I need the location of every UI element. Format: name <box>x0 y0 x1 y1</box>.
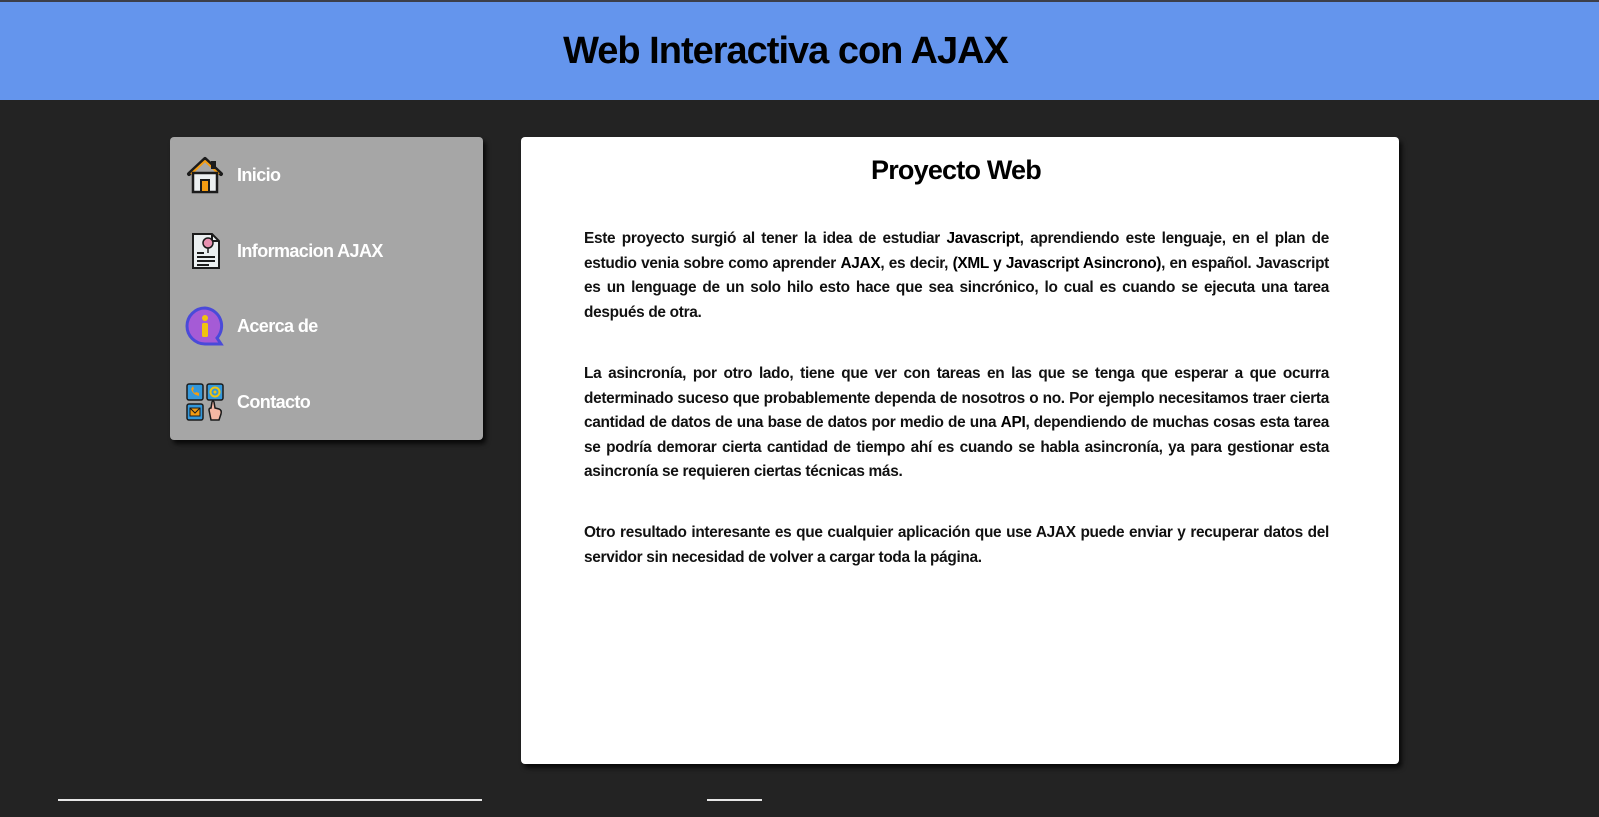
bold-term: (XML y Javascript Asincrono) <box>952 254 1162 272</box>
document-icon <box>184 230 226 272</box>
sidebar-item-label: Inicio <box>237 164 281 185</box>
sidebar-item-contacto[interactable]: Contacto <box>184 380 474 424</box>
sidebar-item-label: Contacto <box>237 391 311 412</box>
sidebar-item-label: Acerca de <box>237 315 318 336</box>
content-title: Proyecto Web <box>871 155 1042 185</box>
paragraph-resultado: Otro resultado interesante es que cualqu… <box>584 524 1329 566</box>
text-segment: Este proyecto surgió al tener la idea de… <box>584 230 947 247</box>
bold-term: AJAX <box>840 254 881 272</box>
text-segment: , es decir, <box>880 254 953 272</box>
paragraph-asincronia: La asincronía, por otro lado, tiene que … <box>584 362 1329 485</box>
contact-icon <box>184 381 226 423</box>
house-icon <box>184 154 226 196</box>
main-content-card: Proyecto Web Este proyecto surgió al ten… <box>521 137 1399 764</box>
bottom-divider <box>58 799 482 801</box>
sidebar-nav: Inicio Informacion AJAX Acerca de Contac… <box>170 137 483 440</box>
paragraph-intro: Este proyecto surgió al tener la idea de… <box>584 227 1329 325</box>
bold-term: Javascript <box>946 230 1020 247</box>
sidebar-item-informacion-ajax[interactable]: Informacion AJAX <box>184 229 474 273</box>
info-chat-icon <box>184 305 226 347</box>
page-header: Web Interactiva con AJAX <box>0 0 1599 100</box>
sidebar-item-acerca-de[interactable]: Acerca de <box>184 304 474 348</box>
sidebar-item-label: Informacion AJAX <box>237 240 383 261</box>
sidebar-item-inicio[interactable]: Inicio <box>184 153 474 197</box>
bold-term: API <box>1000 414 1026 431</box>
page-title: Web Interactiva con AJAX <box>563 29 1009 72</box>
bottom-divider <box>707 799 762 801</box>
